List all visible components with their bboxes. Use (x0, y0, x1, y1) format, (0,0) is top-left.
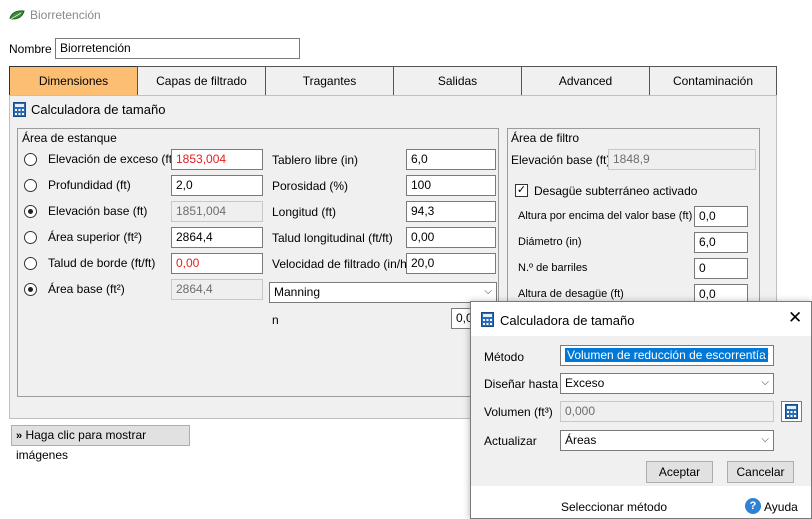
height-above-base-label: Altura por encima del valor base (ft) (518, 210, 693, 222)
calculator-icon (481, 312, 494, 327)
tab-advanced[interactable]: Advanced (521, 66, 650, 96)
tab-salidas[interactable]: Salidas (393, 66, 522, 96)
design-to-value: Exceso (565, 376, 605, 390)
filter-base-label: Elevación base (ft) (511, 153, 611, 167)
chevron-down-icon: ⌵ (484, 286, 492, 297)
volume-input: 0,000 (560, 401, 774, 422)
calculator-link[interactable]: Calculadora de tamaño (31, 102, 165, 117)
design-to-select[interactable]: Exceso ⌵ (560, 373, 774, 394)
diameter-input[interactable]: 6,0 (694, 232, 748, 253)
dialog-body: Método Volumen de reducción de escorrent… (471, 336, 811, 486)
chevron-down-icon: ⌵ (761, 349, 769, 360)
update-select[interactable]: Áreas ⌵ (560, 430, 774, 451)
close-icon[interactable]: ✕ (788, 308, 802, 328)
n-label: n (272, 313, 279, 327)
freeboard-input[interactable]: 6,0 (406, 149, 496, 170)
longitudinal-slope-label: Talud longitudinal (ft/ft) (272, 231, 393, 245)
leaf-icon (9, 10, 25, 20)
dialog-title: Calculadora de tamaño (500, 313, 635, 328)
pond-area-title: Área de estanque (22, 131, 117, 145)
height-above-base-input[interactable]: 0,0 (694, 206, 748, 227)
base-elevation-input: 1851,004 (171, 201, 263, 222)
tab-strip: Dimensiones Capas de filtrado Tragantes … (9, 66, 777, 96)
chevron-down-icon: ⌵ (761, 434, 769, 445)
update-value: Áreas (565, 433, 597, 447)
double-chevron-down-icon: » (16, 430, 23, 442)
filter-base-input: 1848,9 (608, 149, 756, 170)
method-select-value: Volumen de reducción de escorrentía (565, 348, 768, 362)
excess-elevation-input[interactable]: 1853,004 (171, 149, 263, 170)
window-title: Biorretención (30, 8, 101, 22)
status-text: Seleccionar método (561, 500, 668, 514)
top-area-label: Área superior (ft²) (48, 230, 143, 244)
design-to-label: Diseñar hasta (484, 377, 559, 391)
porosity-label: Porosidad (%) (272, 179, 349, 193)
method-combo-value: Manning (274, 285, 321, 299)
chevron-down-icon: ⌵ (761, 377, 769, 388)
name-label: Nombre (9, 42, 52, 56)
freeboard-label: Tablero libre (in) (272, 153, 359, 167)
filter-area-title: Área de filtro (511, 131, 580, 145)
show-images-button[interactable]: » Haga clic para mostrar imágenes (11, 425, 190, 462)
radio-side-slope[interactable] (24, 257, 37, 270)
help-icon[interactable]: ? (745, 498, 761, 514)
update-label: Actualizar (484, 434, 537, 448)
cancel-button[interactable]: Cancelar (727, 461, 794, 483)
size-calculator-dialog: Calculadora de tamaño ✕ Método Volumen d… (470, 301, 812, 519)
depth-label: Profundidad (ft) (48, 178, 131, 192)
method-label: Método (484, 350, 525, 364)
filtration-rate-input[interactable]: 20,0 (406, 253, 496, 274)
radio-top-area[interactable] (24, 231, 37, 244)
base-area-input: 2864,4 (171, 279, 263, 300)
length-label: Longitud (ft) (272, 205, 337, 219)
barrels-input[interactable]: 0 (694, 258, 748, 279)
radio-excess-elevation[interactable] (24, 153, 37, 166)
side-slope-label: Talud de borde (ft/ft) (48, 256, 156, 270)
side-slope-input[interactable]: 0,00 (171, 253, 263, 274)
top-area-input[interactable]: 2864,4 (171, 227, 263, 248)
volume-calc-button[interactable] (781, 401, 802, 422)
name-input[interactable]: Biorretención (55, 38, 300, 59)
radio-base-elevation[interactable] (24, 205, 37, 218)
tab-tragantes[interactable]: Tragantes (265, 66, 394, 96)
tab-capas-de-filtrado[interactable]: Capas de filtrado (137, 66, 266, 96)
accept-button[interactable]: Aceptar (646, 461, 713, 483)
radio-depth[interactable] (24, 179, 37, 192)
porosity-input[interactable]: 100 (406, 175, 496, 196)
filtration-rate-label: Velocidad de filtrado (in/h) (272, 257, 411, 271)
longitudinal-slope-input[interactable]: 0,00 (406, 227, 496, 248)
underdrain-checkbox[interactable]: ✓ (515, 184, 528, 197)
tab-contaminacion[interactable]: Contaminación (649, 66, 777, 96)
method-select[interactable]: Volumen de reducción de escorrentía ⌵ (560, 345, 774, 366)
title-bar: Biorretención (0, 0, 812, 30)
volume-label: Volumen (ft³) (484, 405, 553, 419)
calculator-icon (785, 404, 798, 419)
help-link[interactable]: Ayuda (764, 500, 798, 514)
calculator-icon[interactable] (13, 102, 26, 117)
excess-elevation-label: Elevación de exceso (ft) (48, 152, 177, 166)
method-combo[interactable]: Manning ⌵ (269, 282, 497, 303)
barrels-label: N.º de barriles (518, 262, 588, 274)
diameter-label: Diámetro (in) (518, 236, 582, 248)
tab-dimensiones[interactable]: Dimensiones (9, 66, 138, 96)
radio-base-area[interactable] (24, 283, 37, 296)
base-elevation-label: Elevación base (ft) (48, 204, 148, 218)
show-images-label: Haga clic para mostrar imágenes (16, 428, 147, 462)
depth-input[interactable]: 2,0 (171, 175, 263, 196)
underdrain-label: Desagüe subterráneo activado (534, 184, 698, 198)
length-input[interactable]: 94,3 (406, 201, 496, 222)
base-area-label: Área base (ft²) (48, 282, 125, 296)
drain-height-label: Altura de desagüe (ft) (518, 288, 624, 300)
